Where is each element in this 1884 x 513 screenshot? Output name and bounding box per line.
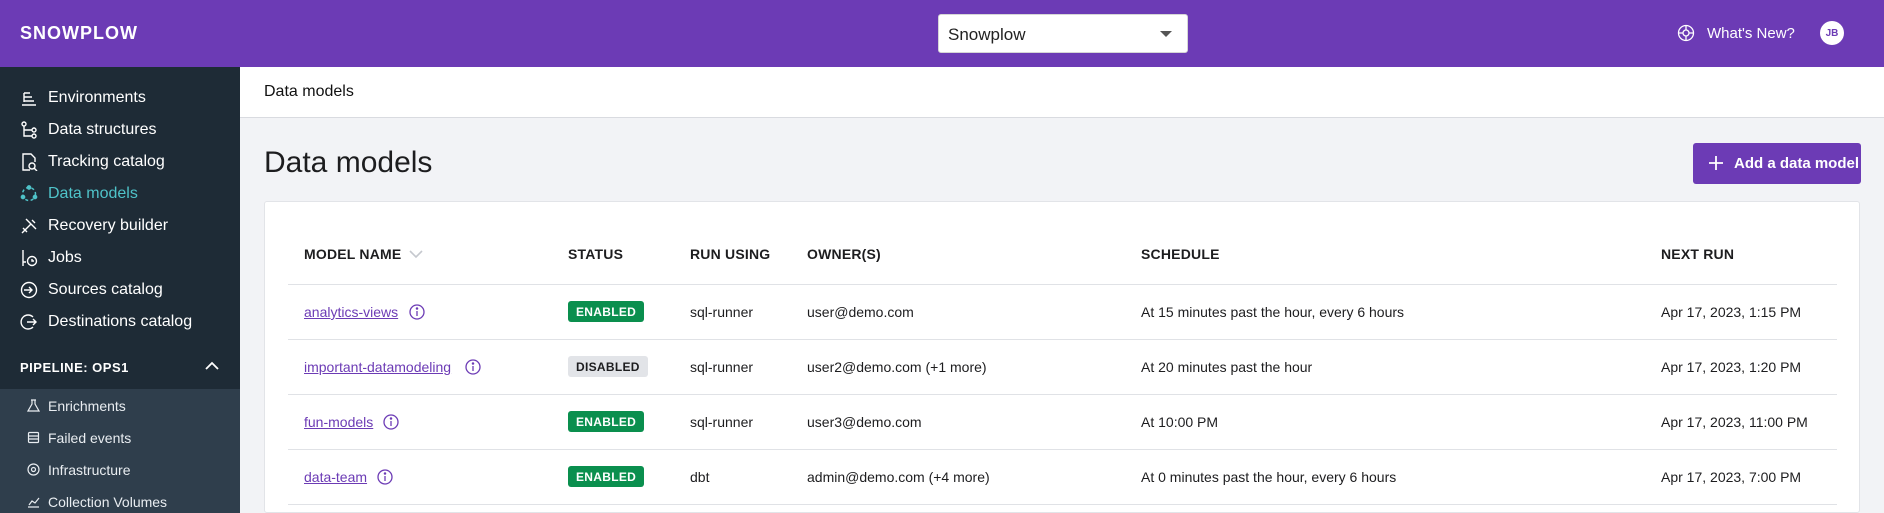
sidebar-item-label: Environments [48, 89, 146, 106]
sidebar-item-label: Infrastructure [48, 462, 131, 478]
sidebar-item-label: Failed events [48, 430, 132, 446]
column-header-label: MODEL NAME [304, 246, 402, 262]
environments-icon [22, 92, 36, 106]
sources-catalog-icon [20, 281, 38, 299]
sidebar-item-label: Tracking catalog [48, 153, 165, 170]
schedule-value: At 10:00 PM [1141, 414, 1219, 430]
data-structures-icon [21, 121, 37, 139]
schedule-value: At 20 minutes past the hour [1141, 359, 1313, 375]
chevron-up-icon [205, 361, 219, 370]
sidebar-item-environments[interactable]: Environments [0, 82, 240, 114]
model-name-link[interactable]: important-datamodeling [304, 359, 451, 375]
data-models-icon [20, 185, 38, 202]
sidebar-item-label: Recovery builder [48, 217, 169, 234]
column-header-model-name[interactable]: MODEL NAME [304, 246, 423, 262]
row-divider [288, 449, 1837, 450]
next-run-value: Apr 17, 2023, 11:00 PM [1661, 414, 1808, 430]
sidebar-item-label: Sources catalog [48, 281, 163, 298]
sidebar-item-collection-volumes[interactable]: Collection Volumes [0, 486, 240, 513]
run-using-value: dbt [690, 469, 710, 485]
add-data-model-label: Add a data model [1734, 155, 1860, 172]
page-header: Data models [240, 67, 1884, 118]
row-divider [288, 284, 1837, 285]
whats-new-label: What's New? [1707, 24, 1795, 42]
page-title: Data models [264, 146, 433, 179]
top-bar: SNOWPLOW Snowplow What's New? JB [0, 0, 1884, 67]
sidebar-item-failed-events[interactable]: Failed events [0, 422, 240, 454]
sidebar-item-label: Data models [48, 185, 138, 202]
sidebar-item-label: Jobs [48, 249, 82, 266]
model-name-link[interactable]: fun-models [304, 414, 373, 430]
pipeline-label: PIPELINE: OPS1 [20, 360, 129, 375]
run-using-value: sql-runner [690, 304, 754, 320]
sidebar: Environments Data structures Tracking ca… [0, 67, 240, 513]
model-name-link[interactable]: analytics-views [304, 304, 398, 320]
organization-select[interactable]: Snowplow [938, 14, 1188, 53]
plus-icon [1709, 156, 1723, 170]
next-run-value: Apr 17, 2023, 1:15 PM [1661, 304, 1802, 320]
status-badge: ENABLED [568, 466, 645, 487]
column-header-owners: OWNER(S) [807, 246, 881, 262]
sort-chevron-down-icon [409, 249, 423, 258]
owners-value: user@demo.com [807, 304, 914, 320]
next-run-value: Apr 17, 2023, 1:20 PM [1661, 359, 1802, 375]
info-icon[interactable] [383, 414, 399, 430]
run-using-value: sql-runner [690, 414, 754, 430]
logo[interactable]: SNOWPLOW [20, 23, 138, 44]
jobs-icon [22, 250, 38, 267]
sidebar-item-recovery-builder[interactable]: Recovery builder [0, 210, 240, 242]
infrastructure-icon [27, 463, 40, 476]
sidebar-item-sources-catalog[interactable]: Sources catalog [0, 274, 240, 306]
next-run-value: Apr 17, 2023, 7:00 PM [1661, 469, 1802, 485]
sparkle-icon [1677, 24, 1695, 42]
owners-value: user3@demo.com [807, 414, 922, 430]
run-using-value: sql-runner [690, 359, 754, 375]
owners-value: admin@demo.com (+4 more) [807, 469, 990, 485]
schedule-value: At 0 minutes past the hour, every 6 hour… [1141, 469, 1397, 485]
organization-select-value: Snowplow [948, 25, 1026, 44]
recovery-builder-icon [21, 218, 37, 234]
schedule-value: At 15 minutes past the hour, every 6 hou… [1141, 304, 1405, 320]
status-badge: ENABLED [568, 301, 645, 322]
tracking-catalog-icon [22, 153, 38, 171]
caret-down-icon [1160, 31, 1172, 37]
sidebar-item-label: Data structures [48, 121, 157, 138]
sidebar-item-infrastructure[interactable]: Infrastructure [0, 454, 240, 486]
row-divider [288, 504, 1837, 505]
failed-events-icon [27, 431, 40, 444]
pipeline-section-toggle[interactable]: PIPELINE: OPS1 [0, 352, 240, 382]
data-models-table-card [264, 201, 1860, 513]
column-header-next-run: NEXT RUN [1661, 246, 1735, 262]
status-badge: ENABLED [568, 411, 645, 432]
info-icon[interactable] [465, 359, 481, 375]
enrichments-icon [27, 399, 40, 412]
collection-volumes-icon [28, 497, 40, 508]
sidebar-item-label: Collection Volumes [48, 494, 168, 510]
whats-new-link[interactable]: What's New? [1676, 22, 1795, 44]
add-data-model-button[interactable]: Add a data model [1693, 143, 1861, 184]
owners-value: user2@demo.com (+1 more) [807, 359, 987, 375]
sidebar-item-label: Enrichments [48, 398, 126, 414]
column-header-run-using: RUN USING [690, 246, 771, 262]
sidebar-item-data-models[interactable]: Data models [0, 178, 240, 210]
column-header-status: STATUS [568, 246, 624, 262]
sidebar-item-jobs[interactable]: Jobs [0, 242, 240, 274]
model-name-link[interactable]: data-team [304, 469, 367, 485]
avatar[interactable]: JB [1820, 21, 1844, 45]
info-icon[interactable] [377, 469, 393, 485]
breadcrumb: Data models [264, 83, 354, 100]
pipeline-subnav: Enrichments Failed events Infrastructure… [0, 389, 240, 513]
info-icon[interactable] [409, 304, 425, 320]
sidebar-item-tracking-catalog[interactable]: Tracking catalog [0, 146, 240, 178]
status-badge: DISABLED [568, 356, 648, 377]
row-divider [288, 394, 1837, 395]
sidebar-item-destinations-catalog[interactable]: Destinations catalog [0, 306, 240, 338]
sidebar-item-enrichments[interactable]: Enrichments [0, 390, 240, 422]
sidebar-item-label: Destinations catalog [48, 313, 193, 330]
row-divider [288, 339, 1837, 340]
destinations-catalog-icon [20, 314, 37, 330]
sidebar-item-data-structures[interactable]: Data structures [0, 114, 240, 146]
column-header-schedule: SCHEDULE [1141, 246, 1220, 262]
